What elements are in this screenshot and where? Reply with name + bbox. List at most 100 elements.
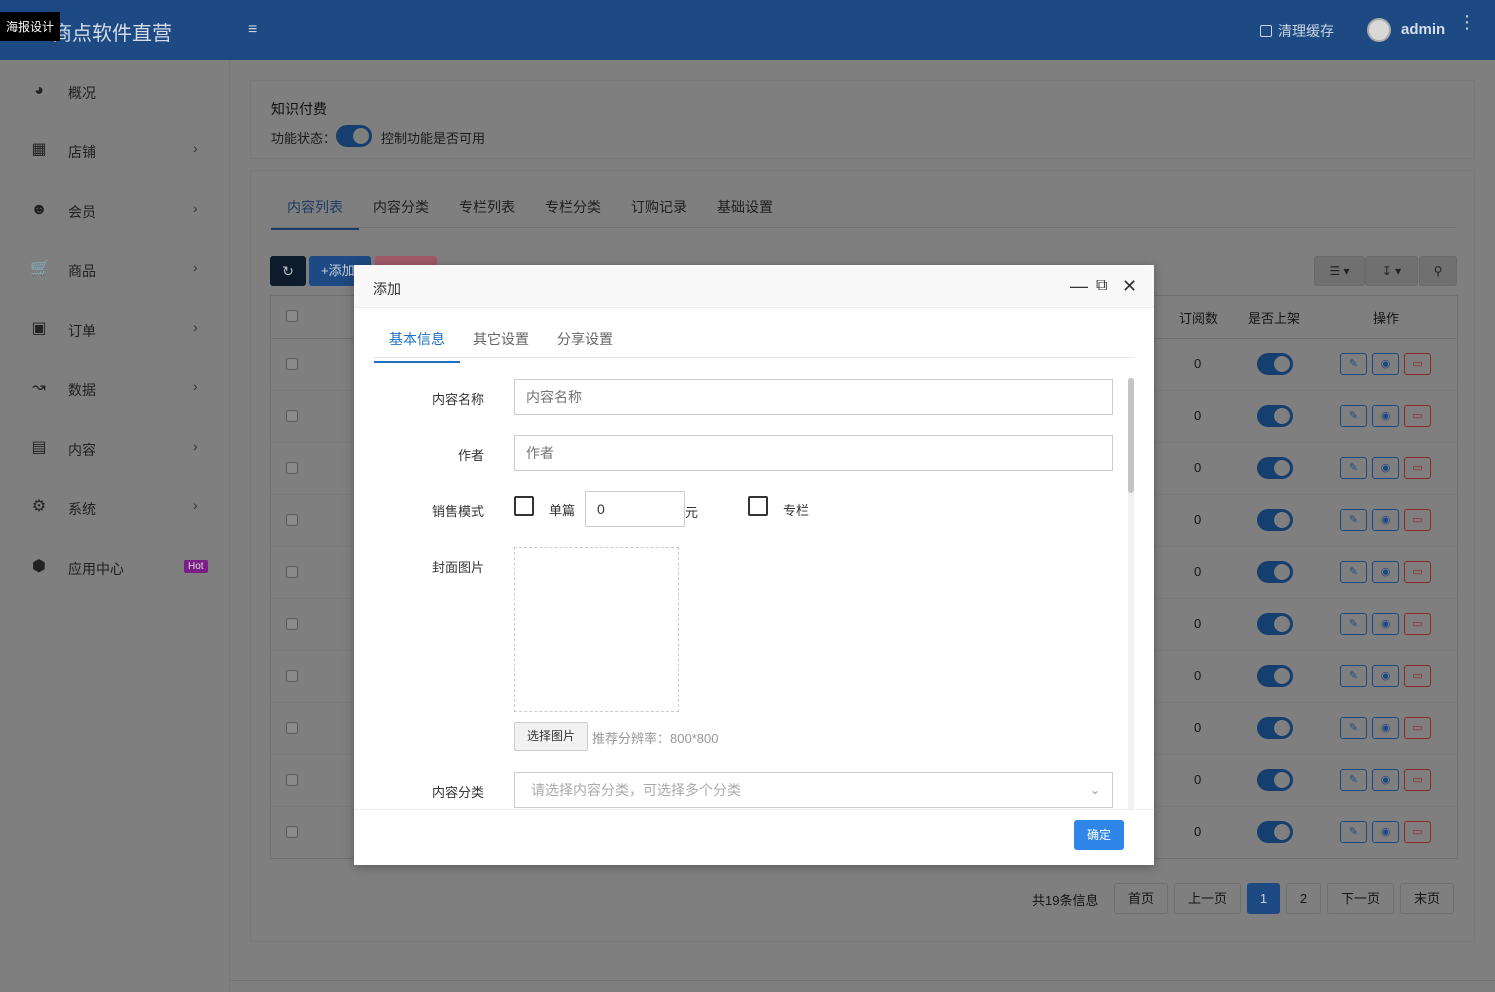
close-icon[interactable]: ✕ bbox=[1122, 276, 1137, 296]
row-checkbox[interactable] bbox=[286, 410, 298, 422]
row-checkbox[interactable] bbox=[286, 826, 298, 838]
row-checkbox[interactable] bbox=[286, 514, 298, 526]
edit-button[interactable]: ✎ bbox=[1340, 353, 1367, 375]
row-checkbox[interactable] bbox=[286, 462, 298, 474]
next-page-button[interactable]: 下一页 bbox=[1327, 883, 1394, 914]
page-button-2[interactable]: 2 bbox=[1286, 883, 1321, 914]
tab-content-list[interactable]: 内容列表 bbox=[271, 197, 359, 230]
tab-column-list[interactable]: 专栏列表 bbox=[459, 197, 515, 217]
page-button-1[interactable]: 1 bbox=[1247, 883, 1280, 914]
edit-button[interactable]: ✎ bbox=[1340, 769, 1367, 791]
column-label: 专栏 bbox=[783, 503, 810, 518]
comment-button[interactable]: ◉ bbox=[1372, 353, 1399, 375]
on-shelf-toggle[interactable] bbox=[1257, 509, 1293, 531]
scrollbar-thumb[interactable] bbox=[1128, 378, 1134, 493]
delete-row-button[interactable]: ▭ bbox=[1404, 769, 1431, 791]
delete-row-button[interactable]: ▭ bbox=[1404, 353, 1431, 375]
cover-image-preview[interactable] bbox=[514, 547, 679, 712]
delete-row-button[interactable]: ▭ bbox=[1404, 717, 1431, 739]
comment-button[interactable]: ◉ bbox=[1372, 717, 1399, 739]
comment-button[interactable]: ◉ bbox=[1372, 821, 1399, 843]
edit-button[interactable]: ✎ bbox=[1340, 821, 1367, 843]
edit-button[interactable]: ✎ bbox=[1340, 665, 1367, 687]
edit-button[interactable]: ✎ bbox=[1340, 717, 1367, 739]
delete-row-button[interactable]: ▭ bbox=[1404, 405, 1431, 427]
avatar[interactable] bbox=[1367, 18, 1391, 42]
on-shelf-toggle[interactable] bbox=[1257, 405, 1293, 427]
dialog-scrollbar[interactable] bbox=[1128, 378, 1134, 810]
tab-other-settings[interactable]: 其它设置 bbox=[473, 329, 529, 349]
menu-toggle-icon[interactable]: ≡ bbox=[248, 21, 257, 39]
sidebar-item-orders[interactable]: ▣ 订单 › bbox=[0, 307, 230, 351]
user-name[interactable]: admin bbox=[1401, 21, 1445, 38]
more-vertical-icon[interactable]: ⋮ bbox=[1458, 13, 1476, 31]
confirm-button[interactable]: 确定 bbox=[1074, 820, 1124, 850]
on-shelf-toggle[interactable] bbox=[1257, 353, 1293, 375]
tab-share-settings[interactable]: 分享设置 bbox=[557, 329, 613, 349]
edit-button[interactable]: ✎ bbox=[1340, 405, 1367, 427]
sidebar-item-store[interactable]: ▦ 店铺 › bbox=[0, 128, 230, 172]
edit-button[interactable]: ✎ bbox=[1340, 509, 1367, 531]
sidebar-item-overview[interactable]: ◕ 概况 bbox=[0, 69, 230, 113]
sidebar-item-system[interactable]: ⚙ 系统 › bbox=[0, 485, 230, 529]
on-shelf-toggle[interactable] bbox=[1257, 769, 1293, 791]
comment-button[interactable]: ◉ bbox=[1372, 457, 1399, 479]
on-shelf-toggle[interactable] bbox=[1257, 561, 1293, 583]
on-shelf-toggle[interactable] bbox=[1257, 821, 1293, 843]
name-input[interactable] bbox=[514, 379, 1113, 415]
minimize-icon[interactable]: — bbox=[1070, 276, 1088, 296]
comment-button[interactable]: ◉ bbox=[1372, 561, 1399, 583]
select-all-checkbox[interactable] bbox=[286, 310, 298, 322]
first-page-button[interactable]: 首页 bbox=[1114, 883, 1168, 914]
delete-row-button[interactable]: ▭ bbox=[1404, 509, 1431, 531]
row-checkbox[interactable] bbox=[286, 618, 298, 630]
row-checkbox[interactable] bbox=[286, 722, 298, 734]
pick-image-button[interactable]: 选择图片 bbox=[514, 722, 588, 751]
row-checkbox[interactable] bbox=[286, 774, 298, 786]
tab-content-category[interactable]: 内容分类 bbox=[373, 197, 429, 217]
category-select[interactable]: 请选择内容分类，可选择多个分类 ⌄ bbox=[514, 772, 1113, 808]
sidebar-item-app-center[interactable]: ⬢ 应用中心 Hot bbox=[0, 545, 230, 589]
sidebar-item-members[interactable]: ☻ 会员 › bbox=[0, 188, 230, 232]
sidebar-item-content[interactable]: ▤ 内容 › bbox=[0, 426, 230, 470]
delete-row-button[interactable]: ▭ bbox=[1404, 561, 1431, 583]
export-button[interactable]: ↧ ▾ bbox=[1365, 256, 1418, 286]
tab-basic-info[interactable]: 基本信息 bbox=[374, 329, 460, 363]
delete-row-button[interactable]: ▭ bbox=[1404, 821, 1431, 843]
column-checkbox[interactable] bbox=[748, 496, 768, 516]
refresh-button[interactable]: ↻ bbox=[270, 256, 306, 286]
columns-toggle-button[interactable]: ☰ ▾ bbox=[1314, 256, 1365, 286]
delete-row-button[interactable]: ▭ bbox=[1404, 665, 1431, 687]
comment-button[interactable]: ◉ bbox=[1372, 665, 1399, 687]
price-input[interactable]: 0 bbox=[585, 491, 685, 527]
delete-row-button[interactable]: ▭ bbox=[1404, 457, 1431, 479]
comment-button[interactable]: ◉ bbox=[1372, 769, 1399, 791]
delete-row-button[interactable]: ▭ bbox=[1404, 613, 1431, 635]
row-checkbox[interactable] bbox=[286, 358, 298, 370]
tab-order-records[interactable]: 订购记录 bbox=[631, 197, 687, 217]
edit-button[interactable]: ✎ bbox=[1340, 457, 1367, 479]
last-page-button[interactable]: 末页 bbox=[1400, 883, 1454, 914]
tab-basic-settings[interactable]: 基础设置 bbox=[717, 197, 773, 217]
search-button[interactable]: ⚲ bbox=[1419, 256, 1457, 286]
clear-cache-button[interactable]: 清理缓存 bbox=[1260, 21, 1334, 41]
maximize-icon[interactable]: ⧉ bbox=[1096, 276, 1107, 296]
comment-button[interactable]: ◉ bbox=[1372, 509, 1399, 531]
row-checkbox[interactable] bbox=[286, 566, 298, 578]
sidebar-item-data[interactable]: ↝ 数据 › bbox=[0, 366, 230, 410]
author-input[interactable] bbox=[514, 435, 1113, 471]
comment-button[interactable]: ◉ bbox=[1372, 405, 1399, 427]
prev-page-button[interactable]: 上一页 bbox=[1174, 883, 1241, 914]
on-shelf-toggle[interactable] bbox=[1257, 665, 1293, 687]
single-checkbox[interactable] bbox=[514, 496, 534, 516]
on-shelf-toggle[interactable] bbox=[1257, 613, 1293, 635]
tab-column-category[interactable]: 专栏分类 bbox=[545, 197, 601, 217]
edit-button[interactable]: ✎ bbox=[1340, 613, 1367, 635]
sidebar-item-products[interactable]: 🛒 商品 › bbox=[0, 247, 230, 291]
on-shelf-toggle[interactable] bbox=[1257, 457, 1293, 479]
on-shelf-toggle[interactable] bbox=[1257, 717, 1293, 739]
row-checkbox[interactable] bbox=[286, 670, 298, 682]
edit-button[interactable]: ✎ bbox=[1340, 561, 1367, 583]
status-toggle[interactable] bbox=[336, 125, 372, 147]
comment-button[interactable]: ◉ bbox=[1372, 613, 1399, 635]
